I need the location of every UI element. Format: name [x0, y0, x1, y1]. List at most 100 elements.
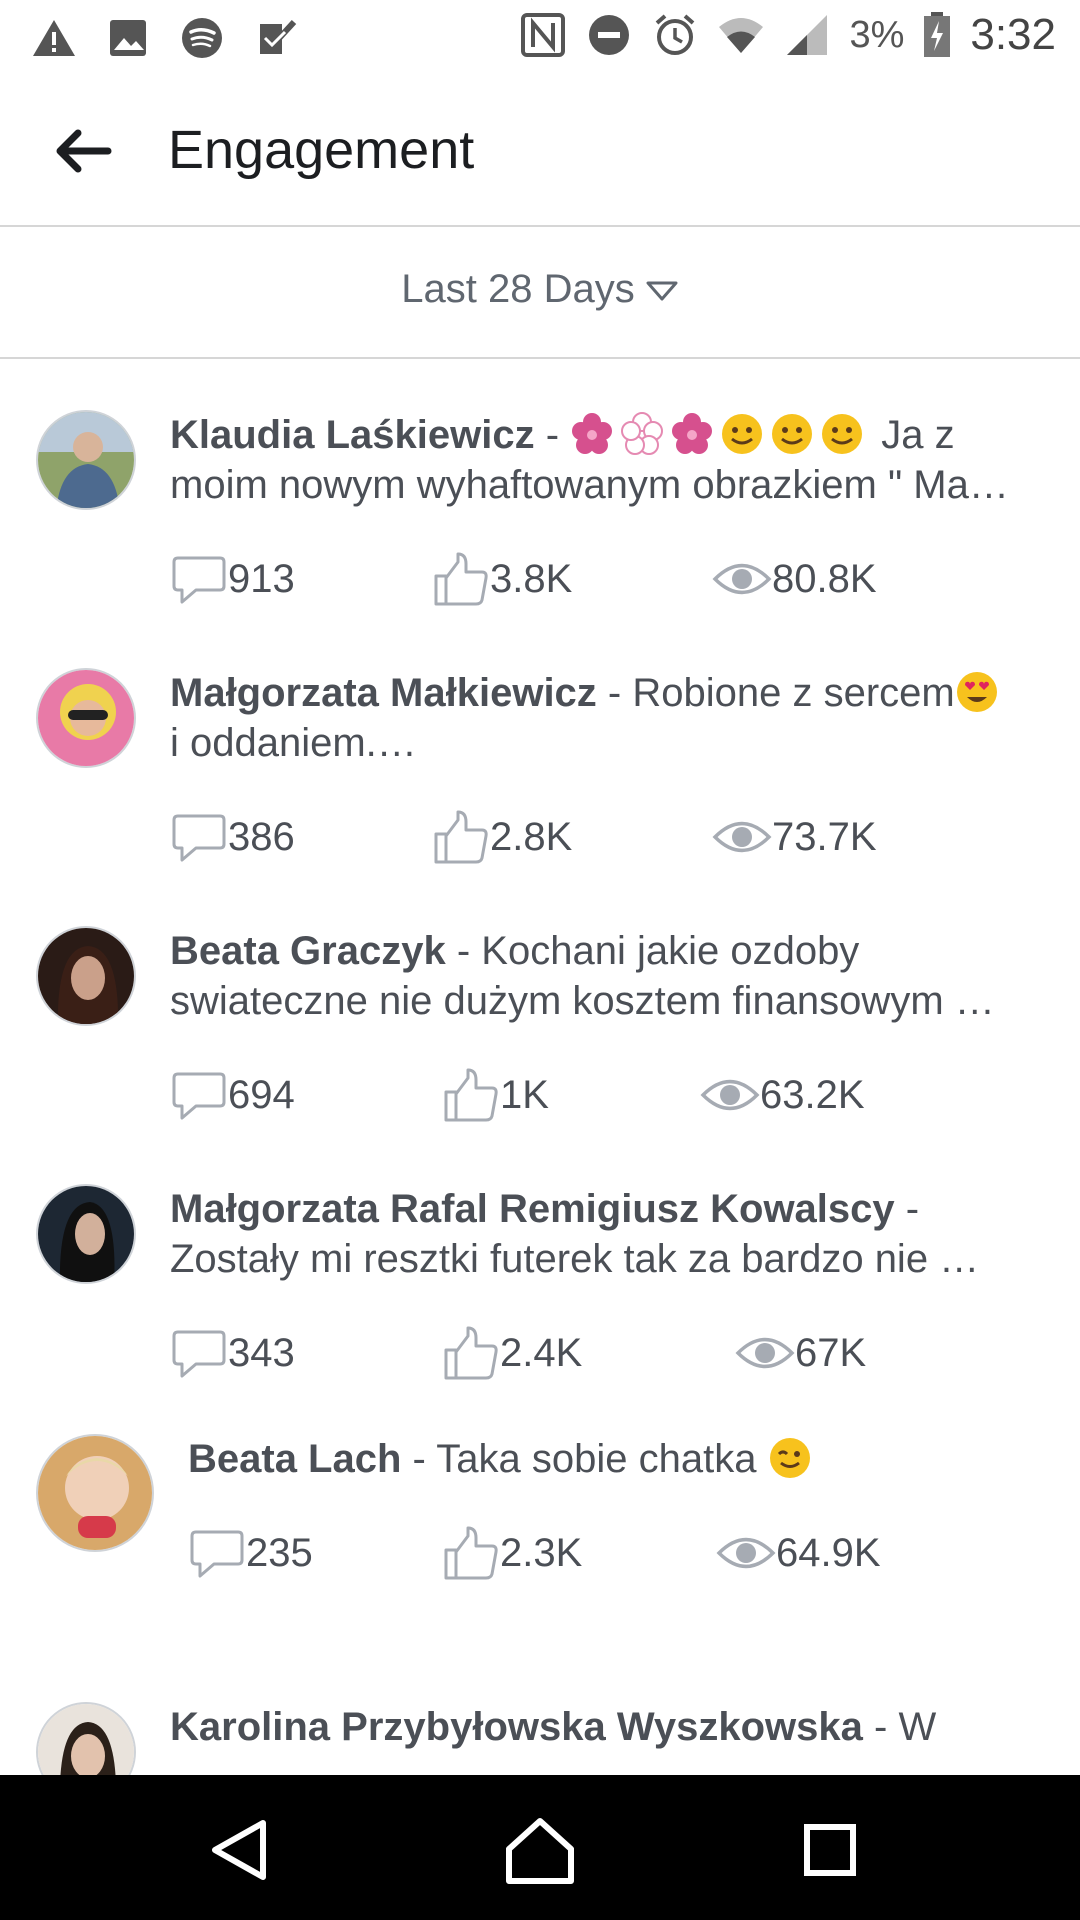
checkbox-icon	[260, 19, 297, 54]
wifi-icon	[719, 18, 764, 53]
avatar	[36, 668, 136, 768]
post-text: Beata Lach - Taka sobie chatka	[188, 1434, 1050, 1484]
likes-count: 2.3K	[500, 1530, 583, 1575]
comments-count: 343	[228, 1330, 295, 1375]
nav-back-button[interactable]	[195, 1805, 285, 1895]
app-bar: Engagement	[0, 75, 1080, 227]
back-arrow-icon	[56, 129, 112, 173]
battery-icon	[924, 12, 951, 57]
back-triangle-icon	[212, 1820, 266, 1880]
smile-emoji	[722, 414, 763, 454]
comments-stat: 913	[170, 550, 295, 608]
views-stat: 64.9K	[716, 1524, 881, 1582]
likes-stat: 3.8K	[432, 550, 572, 608]
post-author: Beata Graczyk	[170, 929, 446, 973]
views-stat: 80.8K	[712, 550, 877, 608]
like-icon	[444, 1326, 498, 1380]
date-range-filter: Last 28 Days	[0, 227, 1080, 359]
date-range-label: Last 28 Days	[401, 267, 635, 311]
battery-percent: 3%	[849, 13, 905, 56]
avatar	[36, 1434, 154, 1552]
eye-icon	[716, 1537, 776, 1569]
post-item[interactable]: Małgorzata Rafal Remigiusz Kowalscy - Zos…	[0, 1184, 1080, 1394]
smile-emoji	[822, 414, 863, 454]
likes-stat: 2.3K	[442, 1524, 582, 1582]
views-count: 80.8K	[772, 556, 877, 601]
likes-count: 1K	[500, 1072, 549, 1117]
comments-stat: 694	[170, 1066, 295, 1124]
comment-icon	[172, 1330, 226, 1378]
post-item[interactable]: Karolina Przybyłowska Wyszkowska - W	[0, 1702, 1080, 1775]
engagement-list: Klaudia Laśkiewicz - Ja z moim nowym wyha…	[0, 360, 1080, 1775]
likes-count: 2.4K	[500, 1330, 583, 1375]
post-text: Małgorzata Rafal Remigiusz Kowalscy - Zos…	[170, 1187, 980, 1281]
post-stats: 913 3.8K 80.8K	[170, 550, 1050, 610]
comment-icon	[172, 814, 226, 862]
post-text: Beata Graczyk - Kochani jakie ozdoby swia…	[170, 929, 995, 1023]
views-count: 64.9K	[776, 1530, 881, 1575]
post-author: Klaudia Laśkiewicz	[170, 413, 535, 457]
signal-icon	[787, 15, 828, 55]
views-stat: 67K	[735, 1324, 866, 1382]
post-stats: 386 2.8K 73.7K	[170, 808, 1050, 868]
post-item[interactable]: Klaudia Laśkiewicz - Ja z moim nowym wyha…	[0, 410, 1080, 620]
post-text: Karolina Przybyłowska Wyszkowska - W	[170, 1705, 937, 1749]
heart-eyes-emoji	[956, 672, 997, 712]
image-icon	[110, 20, 146, 56]
smile-emoji	[772, 414, 813, 454]
post-text: Klaudia Laśkiewicz - Ja z moim nowym wyha…	[170, 412, 1009, 507]
like-icon	[444, 1526, 498, 1580]
like-icon	[434, 810, 488, 864]
wink-emoji	[769, 1438, 810, 1478]
likes-stat: 1K	[442, 1066, 549, 1124]
likes-count: 2.8K	[490, 814, 573, 859]
likes-count: 3.8K	[490, 556, 573, 601]
avatar	[36, 1702, 136, 1775]
eye-icon	[712, 821, 772, 853]
alarm-icon	[656, 14, 695, 55]
views-stat: 73.7K	[712, 808, 877, 866]
comment-icon	[190, 1530, 244, 1578]
like-icon	[444, 1068, 498, 1122]
post-stats: 694 1K 63.2K	[170, 1066, 1050, 1126]
views-count: 73.7K	[772, 814, 877, 859]
recents-square-icon	[804, 1824, 856, 1876]
back-button[interactable]	[44, 119, 124, 183]
status-bar: 3% 3:32	[0, 0, 1080, 75]
likes-stat: 2.4K	[442, 1324, 582, 1382]
post-author: Małgorzata Rafal Remigiusz Kowalscy	[170, 1187, 895, 1231]
avatar	[36, 1184, 136, 1284]
post-author: Małgorzata Małkiewicz	[170, 671, 597, 715]
do-not-disturb-icon	[589, 15, 630, 55]
comments-count: 913	[228, 556, 295, 601]
comments-stat: 235	[188, 1524, 313, 1582]
post-item[interactable]: Beata Graczyk - Kochani jakie ozdoby swia…	[0, 926, 1080, 1136]
avatar	[36, 410, 136, 510]
nfc-icon	[521, 13, 566, 57]
eye-icon	[712, 563, 772, 595]
home-icon	[506, 1818, 574, 1884]
likes-stat: 2.8K	[432, 808, 572, 866]
avatar	[36, 926, 136, 1026]
post-item[interactable]: Małgorzata Małkiewicz - Robione z sercem…	[0, 668, 1080, 878]
post-stats: 235 2.3K 64.9K	[188, 1524, 1068, 1584]
post-item[interactable]: Beata Lach - Taka sobie chatka 235 2.3K …	[0, 1434, 1080, 1634]
comment-icon	[172, 1072, 226, 1120]
flower-emoji	[572, 413, 613, 454]
warning-icon	[33, 20, 75, 56]
comment-icon	[172, 556, 226, 604]
post-text: Małgorzata Małkiewicz - Robione z sercem…	[170, 668, 1050, 768]
date-range-dropdown[interactable]: Last 28 Days	[0, 267, 1080, 312]
comments-stat: 386	[170, 808, 295, 866]
comments-count: 694	[228, 1072, 295, 1117]
comments-count: 235	[246, 1530, 313, 1575]
post-stats: 343 2.4K 67K	[170, 1324, 1050, 1384]
nav-home-button[interactable]	[495, 1805, 585, 1895]
post-author: Karolina Przybyłowska Wyszkowska	[170, 1705, 863, 1749]
nav-recents-button[interactable]	[785, 1805, 875, 1895]
comments-stat: 343	[170, 1324, 295, 1382]
navigation-bar	[0, 1775, 1080, 1920]
dropdown-triangle-icon	[646, 281, 678, 301]
eye-icon	[735, 1337, 795, 1369]
clock: 3:32	[970, 10, 1056, 59]
